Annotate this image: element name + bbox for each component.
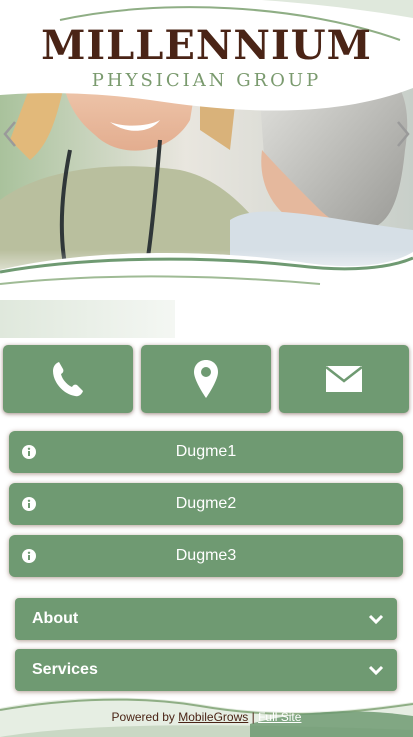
logo-subtitle: PHYSICIAN GROUP xyxy=(91,70,322,91)
call-button[interactable] xyxy=(3,345,133,413)
accordion-services[interactable]: Services xyxy=(15,649,397,691)
chevron-down-icon xyxy=(368,614,384,625)
dugme2-button[interactable]: Dugme2 xyxy=(9,483,403,525)
mobile-page: MILLENNIUM PHYSICIAN GROUP Dugme1 Dugme2… xyxy=(0,0,413,737)
chevron-right-icon[interactable] xyxy=(393,118,413,150)
footer-separator: | xyxy=(251,710,255,724)
phone-icon xyxy=(53,362,83,397)
action-tiles xyxy=(3,345,410,413)
button-label: Dugme2 xyxy=(175,495,237,512)
footer: Powered by MobileGrows | Full Site xyxy=(0,710,413,724)
chevron-left-icon[interactable] xyxy=(0,118,20,150)
button-label: Dugme3 xyxy=(175,547,237,564)
accordion-label: Services xyxy=(32,661,98,678)
mobilegrows-link[interactable]: MobileGrows xyxy=(178,710,248,724)
hero-banner: MILLENNIUM PHYSICIAN GROUP xyxy=(0,0,413,338)
directions-button[interactable] xyxy=(141,345,271,413)
full-site-link[interactable]: Full Site xyxy=(258,710,301,724)
map-pin-icon xyxy=(194,360,218,398)
email-button[interactable] xyxy=(279,345,409,413)
dugme1-button[interactable]: Dugme1 xyxy=(9,431,403,473)
accordion-about[interactable]: About xyxy=(15,598,397,640)
powered-by-text: Powered by xyxy=(111,710,175,724)
chevron-down-icon xyxy=(368,665,384,676)
logo-title: MILLENNIUM xyxy=(41,22,372,69)
logo[interactable]: MILLENNIUM PHYSICIAN GROUP xyxy=(0,0,413,112)
envelope-icon xyxy=(326,366,362,392)
button-label: Dugme1 xyxy=(175,443,237,460)
accordion-label: About xyxy=(32,610,79,627)
dugme3-button[interactable]: Dugme3 xyxy=(9,535,403,577)
